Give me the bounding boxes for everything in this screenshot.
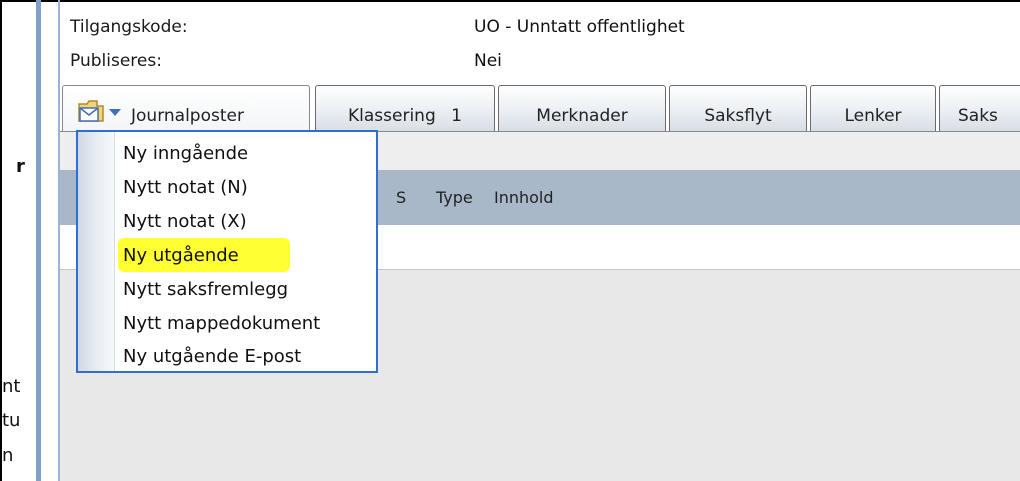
column-header-type[interactable]: Type (436, 188, 473, 207)
column-header-innhold[interactable]: Innhold (494, 188, 554, 207)
tab-klassering[interactable]: Klassering 1 (315, 85, 495, 131)
folder-mail-icon[interactable] (77, 98, 105, 124)
tab-label: Merknader (536, 106, 628, 126)
tab-label: Saksflyt (704, 106, 772, 126)
menu-item-nytt-notat-x[interactable]: Nytt notat (X) (123, 208, 247, 236)
menu-item-nytt-saksfremlegg[interactable]: Nytt saksfremlegg (123, 276, 288, 304)
tilgangskode-value: UO - Unntatt offentlighet (474, 17, 685, 37)
publiseres-label: Publiseres: (70, 51, 162, 71)
tab-count-badge: 1 (451, 106, 462, 126)
left-panel-text-fragment: tu (2, 410, 21, 431)
tab-merknader[interactable]: Merknader (498, 85, 666, 131)
tab-label: Lenker (844, 106, 902, 126)
tilgangskode-label: Tilgangskode: (70, 17, 188, 37)
tab-label: Saks (958, 106, 998, 126)
publiseres-value: Nei (474, 51, 502, 71)
tab-label: Klassering (348, 106, 436, 126)
menu-icon-gutter (78, 132, 115, 371)
tab-saksflyt[interactable]: Saksflyt (669, 85, 807, 131)
column-header-s[interactable]: S (396, 188, 406, 207)
menu-item-nytt-notat-n[interactable]: Nytt notat (N) (123, 174, 248, 202)
tab-lenker[interactable]: Lenker (810, 85, 936, 131)
tab-label: Journalposter (131, 106, 244, 126)
left-panel-text-fragment: n (2, 445, 14, 466)
tab-saks[interactable]: Saks (939, 85, 1020, 131)
tab-bar: Journalposter Klassering 1 Merknader Sak… (60, 85, 1020, 131)
menu-item-ny-utgaende[interactable]: Ny utgående (123, 242, 239, 270)
left-panel-text-fragment: nt (2, 376, 21, 397)
new-document-dropdown-menu: Ny inngående Nytt notat (N) Nytt notat (… (76, 130, 378, 373)
menu-item-nytt-mappedokument[interactable]: Nytt mappedokument (123, 310, 320, 338)
left-panel-text-fragment: r (16, 156, 25, 177)
tab-journalposter[interactable]: Journalposter (62, 85, 310, 131)
left-panel-splitter[interactable] (36, 0, 41, 481)
menu-item-ny-inngaende[interactable]: Ny inngående (123, 140, 248, 168)
menu-item-ny-utgaende-epost[interactable]: Ny utgående E-post (123, 343, 301, 371)
chevron-down-icon[interactable] (109, 109, 121, 116)
